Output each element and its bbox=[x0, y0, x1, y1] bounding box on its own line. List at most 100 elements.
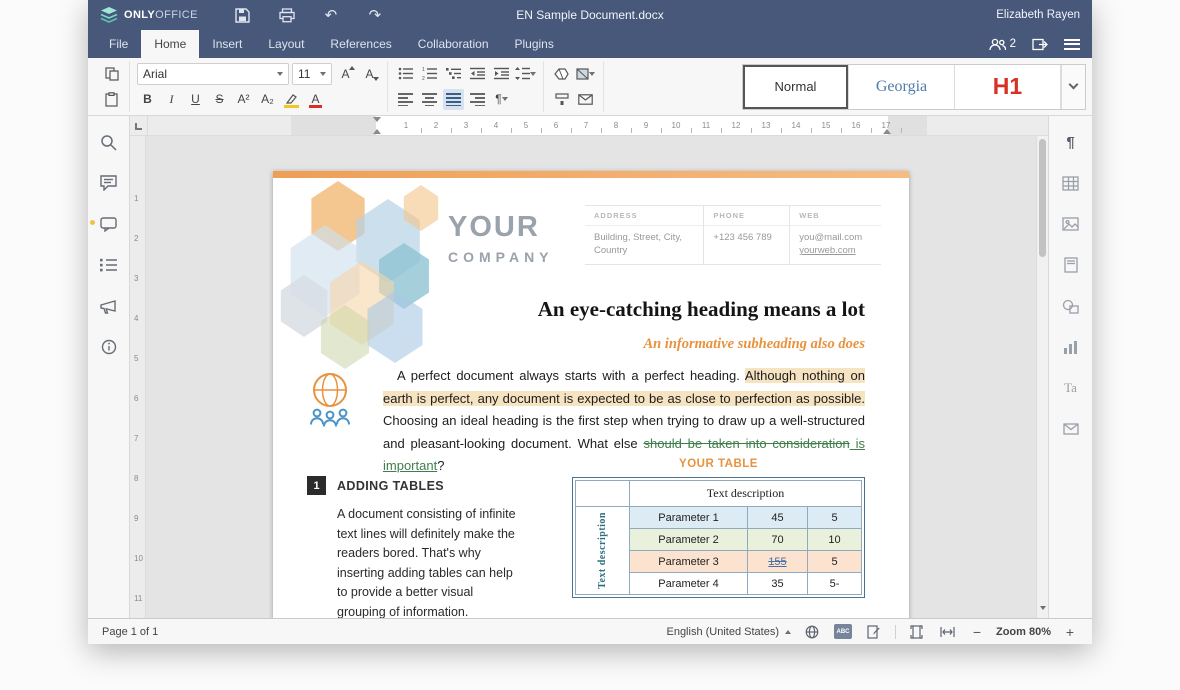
about-button[interactable] bbox=[96, 335, 122, 359]
tab-plugins[interactable]: Plugins bbox=[502, 30, 567, 58]
decrease-font-button[interactable]: A bbox=[359, 63, 380, 84]
table-cell-value1[interactable]: 45 bbox=[748, 507, 808, 529]
navigation-button[interactable] bbox=[96, 253, 122, 277]
table-cell-name[interactable]: Parameter 1 bbox=[630, 507, 748, 529]
bold-button[interactable]: B bbox=[137, 89, 158, 110]
highlight-color-button[interactable] bbox=[281, 89, 302, 110]
style-heading1[interactable]: H1 bbox=[955, 64, 1061, 109]
contact-info-table[interactable]: ADDRESS PHONE WEB Building, Street, City… bbox=[585, 205, 881, 265]
document-heading[interactable]: An eye-catching heading means a lot bbox=[383, 297, 865, 322]
tab-home[interactable]: Home bbox=[141, 30, 200, 58]
save-button[interactable] bbox=[232, 4, 254, 26]
scrollbar-thumb[interactable] bbox=[1039, 139, 1046, 257]
tab-references[interactable]: References bbox=[317, 30, 404, 58]
comments-button[interactable] bbox=[96, 171, 122, 195]
multilevel-list-button[interactable] bbox=[443, 63, 464, 84]
table-header-cell[interactable]: Text description bbox=[630, 481, 862, 507]
tab-stop-selector[interactable] bbox=[130, 116, 148, 136]
image-settings-button[interactable] bbox=[1058, 212, 1084, 236]
document-page[interactable]: YOUR COMPANY ADDRESS PHONE WEB Building,… bbox=[273, 171, 909, 618]
copy-button[interactable] bbox=[101, 63, 122, 84]
table-caption[interactable]: YOUR TABLE bbox=[572, 458, 865, 470]
table-corner-cell[interactable] bbox=[576, 481, 630, 507]
parameters-table[interactable]: Text description Text description Parame… bbox=[572, 477, 865, 598]
paragraph-settings-button[interactable]: ¶ bbox=[1058, 130, 1084, 154]
fit-width-button[interactable] bbox=[938, 623, 958, 641]
section-title[interactable]: ADDING TABLES bbox=[337, 479, 444, 493]
spellcheck-button[interactable]: ABC bbox=[833, 623, 853, 641]
language-selector[interactable]: English (United States) bbox=[666, 626, 791, 638]
table-cell-value2[interactable]: 5 bbox=[808, 507, 862, 529]
decrease-indent-button[interactable] bbox=[467, 63, 488, 84]
subscript-button[interactable]: A₂ bbox=[257, 89, 278, 110]
set-language-button[interactable] bbox=[802, 623, 822, 641]
table-cell-value1[interactable]: 70 bbox=[748, 529, 808, 551]
user-name[interactable]: Elizabeth Rayen bbox=[996, 9, 1080, 21]
horizontal-ruler[interactable]: 1 2 3 4 5 6 7 8 9 10 11 12 13 14 15 16 17 bbox=[148, 116, 1048, 135]
tab-collaboration[interactable]: Collaboration bbox=[405, 30, 502, 58]
zoom-out-button[interactable]: − bbox=[969, 624, 985, 640]
superscript-button[interactable]: A² bbox=[233, 89, 254, 110]
align-right-button[interactable] bbox=[467, 89, 488, 110]
left-indent-marker[interactable] bbox=[373, 129, 381, 134]
table-cell-value2[interactable]: 5- bbox=[808, 573, 862, 595]
view-settings-button[interactable] bbox=[1064, 38, 1080, 50]
section-number-badge[interactable]: 1 bbox=[307, 476, 326, 495]
shape-settings-button[interactable] bbox=[1058, 294, 1084, 318]
tab-insert[interactable]: Insert bbox=[199, 30, 255, 58]
table-cell-name[interactable]: Parameter 3 bbox=[630, 551, 748, 573]
section-body-text[interactable]: A document consisting of infinite text l… bbox=[337, 505, 517, 618]
italic-button[interactable]: I bbox=[161, 89, 182, 110]
table-cell-value2[interactable]: 5 bbox=[808, 551, 862, 573]
bullet-list-button[interactable] bbox=[395, 63, 416, 84]
right-indent-marker[interactable] bbox=[883, 129, 891, 134]
style-gallery-expand-button[interactable] bbox=[1061, 64, 1085, 109]
nonprinting-characters-button[interactable]: ¶ bbox=[491, 89, 512, 110]
contact-web-value[interactable]: you@mail.com yourweb.com bbox=[789, 226, 881, 264]
font-size-select[interactable]: 11 bbox=[292, 62, 332, 85]
share-button[interactable] bbox=[1032, 38, 1048, 51]
increase-indent-button[interactable] bbox=[491, 63, 512, 84]
first-line-indent-marker[interactable] bbox=[373, 117, 381, 122]
line-spacing-button[interactable] bbox=[515, 63, 536, 84]
tab-file[interactable]: File bbox=[96, 30, 141, 58]
table-settings-button[interactable] bbox=[1058, 171, 1084, 195]
chart-settings-button[interactable] bbox=[1058, 335, 1084, 359]
underline-button[interactable]: U bbox=[185, 89, 206, 110]
table-cell-name[interactable]: Parameter 4 bbox=[630, 573, 748, 595]
font-name-select[interactable]: Arial bbox=[137, 62, 289, 85]
mail-merge-settings-button[interactable] bbox=[1058, 417, 1084, 441]
search-button[interactable] bbox=[96, 130, 122, 154]
increase-font-button[interactable]: A bbox=[335, 63, 356, 84]
text-art-settings-button[interactable]: Ta bbox=[1058, 376, 1084, 400]
tab-layout[interactable]: Layout bbox=[255, 30, 317, 58]
justify-button[interactable] bbox=[443, 88, 464, 110]
web-link[interactable]: yourweb.com bbox=[799, 245, 856, 256]
document-subheading[interactable]: An informative subheading also does bbox=[643, 336, 865, 353]
chat-button[interactable] bbox=[89, 212, 122, 236]
style-no-spacing[interactable]: Georgia bbox=[849, 64, 955, 109]
align-left-button[interactable] bbox=[395, 89, 416, 110]
scroll-down-arrow[interactable] bbox=[1039, 597, 1046, 615]
print-button[interactable] bbox=[276, 4, 298, 26]
vertical-scrollbar[interactable] bbox=[1036, 136, 1048, 618]
clear-style-button[interactable] bbox=[551, 63, 572, 84]
fit-page-button[interactable] bbox=[907, 623, 927, 641]
company-logo-text[interactable]: YOUR COMPANY bbox=[448, 211, 554, 265]
align-center-button[interactable] bbox=[419, 89, 440, 110]
numbered-list-button[interactable]: 12 bbox=[419, 63, 440, 84]
copy-style-button[interactable] bbox=[551, 89, 572, 110]
track-changes-button[interactable] bbox=[864, 623, 884, 641]
table-side-label[interactable]: Text description bbox=[576, 507, 630, 595]
strikethrough-button[interactable]: S bbox=[209, 89, 230, 110]
style-normal[interactable]: Normal bbox=[743, 64, 849, 109]
feedback-button[interactable] bbox=[96, 294, 122, 318]
font-color-button[interactable]: A bbox=[305, 89, 326, 110]
contact-phone-value[interactable]: +123 456 789 bbox=[703, 226, 789, 264]
vertical-ruler[interactable]: 1 2 3 4 5 6 7 8 9 10 11 bbox=[130, 136, 146, 618]
users-button[interactable]: 2 bbox=[988, 38, 1016, 51]
table-cell-value1[interactable]: 155 bbox=[748, 551, 808, 573]
table-cell-value1[interactable]: 35 bbox=[748, 573, 808, 595]
undo-button[interactable]: ↶ bbox=[320, 4, 342, 26]
header-footer-settings-button[interactable] bbox=[1058, 253, 1084, 277]
